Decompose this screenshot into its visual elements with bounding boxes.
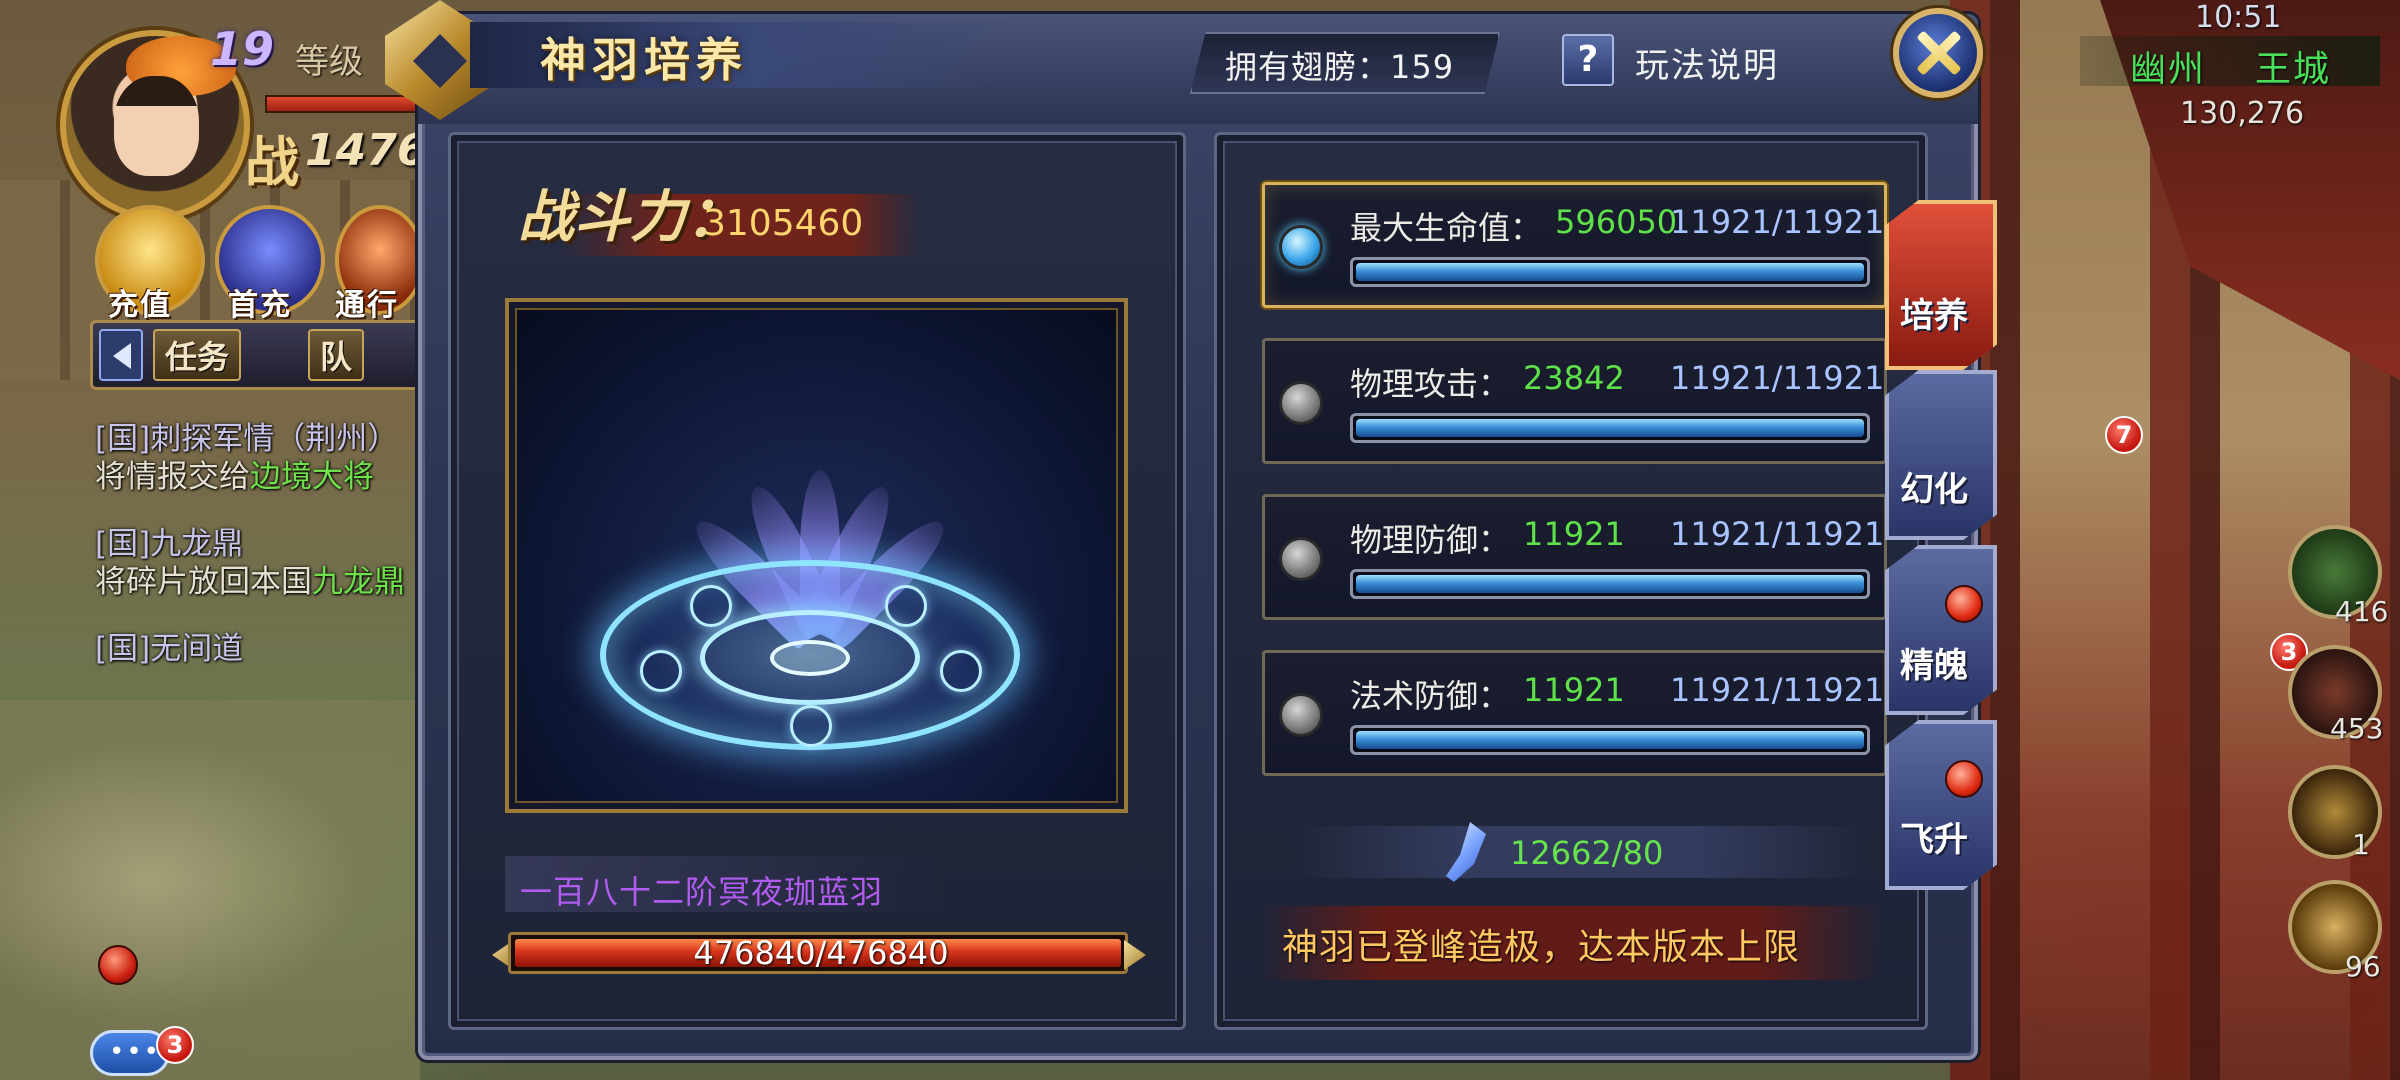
location-bar[interactable] — [2080, 36, 2380, 86]
chat-badge: 3 — [156, 1026, 194, 1064]
battle-power-label: 战 — [245, 130, 299, 194]
side-badge: 7 — [2105, 416, 2143, 454]
tab-team[interactable]: 队 — [308, 329, 365, 381]
tab-ascend-dot — [1945, 760, 1983, 798]
side-count: 96 — [2345, 950, 2381, 983]
pass-label: 通行 — [335, 288, 399, 323]
stat-row-max-hp[interactable]: 最大生命值： 596050 11921/11921 — [1262, 182, 1887, 308]
quest-item[interactable]: [国]刺探军情（荆州） 将情报交给边境大将 — [95, 420, 425, 496]
rune-icon — [790, 705, 832, 747]
stat-label: 最大生命值： — [1350, 209, 1543, 247]
tab-transform-label: 幻化 — [1900, 470, 1968, 510]
stat-label: 法术防御： — [1350, 677, 1511, 715]
tab-team-label: 队 — [320, 338, 353, 376]
quest-title: [国]刺探军情（荆州） — [95, 421, 399, 457]
stat-progress-bar — [1350, 413, 1870, 443]
avatar-face — [114, 76, 199, 176]
stat-progress-bar — [1350, 725, 1870, 755]
stat-value: 596050 — [1555, 203, 1678, 241]
quest-title: [国]无间道 — [95, 631, 244, 667]
location-region: 幽州 — [2130, 49, 2207, 90]
power-value: 3105460 — [703, 203, 864, 244]
tab-tasks[interactable]: 任务 — [153, 329, 242, 381]
max-level-message: 神羽已登峰造极，达本版本上限 — [1282, 927, 1801, 968]
coordinates: 130,276 — [2180, 96, 2305, 131]
help-label[interactable]: 玩法说明 — [1635, 38, 1779, 87]
stat-row-magic-defense[interactable]: 法术防御： 11921 11921/11921 — [1262, 650, 1887, 776]
stat-radio[interactable] — [1279, 537, 1323, 581]
side-count: 1 — [2352, 828, 2370, 861]
stat-cap: 11921/11921 — [1670, 515, 1885, 553]
stat-progress-bar — [1350, 569, 1870, 599]
help-icon: ? — [1577, 39, 1599, 80]
tab-transform[interactable] — [1885, 370, 1997, 540]
stat-label: 物理防御： — [1350, 521, 1511, 559]
tab-essence-dot — [1945, 585, 1983, 623]
stat-radio[interactable] — [1279, 225, 1323, 269]
wing-name: 一百八十二阶冥夜珈蓝羽 — [520, 873, 884, 911]
tab-cultivate-label: 培养 — [1900, 296, 1968, 336]
stat-progress-bar — [1350, 257, 1870, 287]
side-count: 416 — [2335, 595, 2389, 628]
stat-progress-fill — [1356, 575, 1864, 593]
stat-progress-fill — [1356, 263, 1864, 281]
stat-progress-fill — [1356, 731, 1864, 749]
stat-value: 23842 — [1523, 359, 1625, 397]
stat-cap: 11921/11921 — [1670, 671, 1885, 709]
recharge-label: 充值 — [108, 288, 172, 323]
collapse-arrow-icon[interactable] — [99, 329, 143, 381]
side-count: 453 — [2330, 712, 2384, 745]
vip-level: 19 — [210, 22, 275, 76]
tab-ascend-label: 飞升 — [1900, 820, 1968, 860]
rune-icon — [640, 650, 682, 692]
wing-exp-text: 476840/476840 — [693, 934, 949, 972]
stat-radio[interactable] — [1279, 381, 1323, 425]
stat-radio[interactable] — [1279, 693, 1323, 737]
rune-icon — [940, 650, 982, 692]
tab-essence[interactable] — [1885, 545, 1997, 715]
panel-title: 神羽培养 — [540, 33, 748, 87]
tab-tasks-label: 任务 — [165, 338, 230, 376]
tab-ascend[interactable] — [1885, 720, 1997, 890]
stat-cap: 11921/11921 — [1670, 359, 1885, 397]
quest-item[interactable]: [国]九龙鼎 将碎片放回本国九龙鼎 — [95, 525, 425, 601]
close-icon[interactable] — [1893, 8, 1983, 98]
notification-dot — [98, 945, 138, 985]
magic-circle-core — [770, 640, 850, 676]
quest-desc: 将情报交给边境大将 — [95, 459, 374, 495]
stat-value: 11921 — [1523, 515, 1625, 553]
rune-icon — [885, 585, 927, 627]
stat-value: 11921 — [1523, 671, 1625, 709]
scene-ground — [0, 700, 420, 1080]
tab-essence-label: 精魄 — [1900, 646, 1968, 686]
stat-row-physical-defense[interactable]: 物理防御： 11921 11921/11921 — [1262, 494, 1887, 620]
quest-item[interactable]: [国]无间道 — [95, 630, 425, 668]
location-city: 王城 — [2255, 49, 2332, 90]
first-recharge-label: 首充 — [228, 288, 292, 323]
rune-icon — [690, 585, 732, 627]
stat-cap: 11921/11921 — [1670, 203, 1885, 241]
feather-resource: 12662/80 — [1510, 834, 1664, 872]
level-label: 等级 — [295, 42, 363, 82]
stat-label: 物理攻击： — [1350, 365, 1511, 403]
tab-cultivate[interactable] — [1885, 200, 1997, 370]
wings-owned: 拥有翅膀：159 — [1225, 48, 1455, 86]
help-button[interactable]: ? — [1562, 34, 1614, 86]
task-tab-bar: 任务 队 — [90, 320, 420, 390]
wing-exp-bar: 476840/476840 — [508, 932, 1128, 974]
quest-desc: 将碎片放回本国九龙鼎 — [95, 564, 405, 600]
player-hp-bar — [265, 95, 425, 113]
quest-title: [国]九龙鼎 — [95, 526, 244, 562]
clock: 10:51 — [2195, 0, 2282, 35]
stat-row-physical-attack[interactable]: 物理攻击： 23842 11921/11921 — [1262, 338, 1887, 464]
stat-progress-fill — [1356, 419, 1864, 437]
